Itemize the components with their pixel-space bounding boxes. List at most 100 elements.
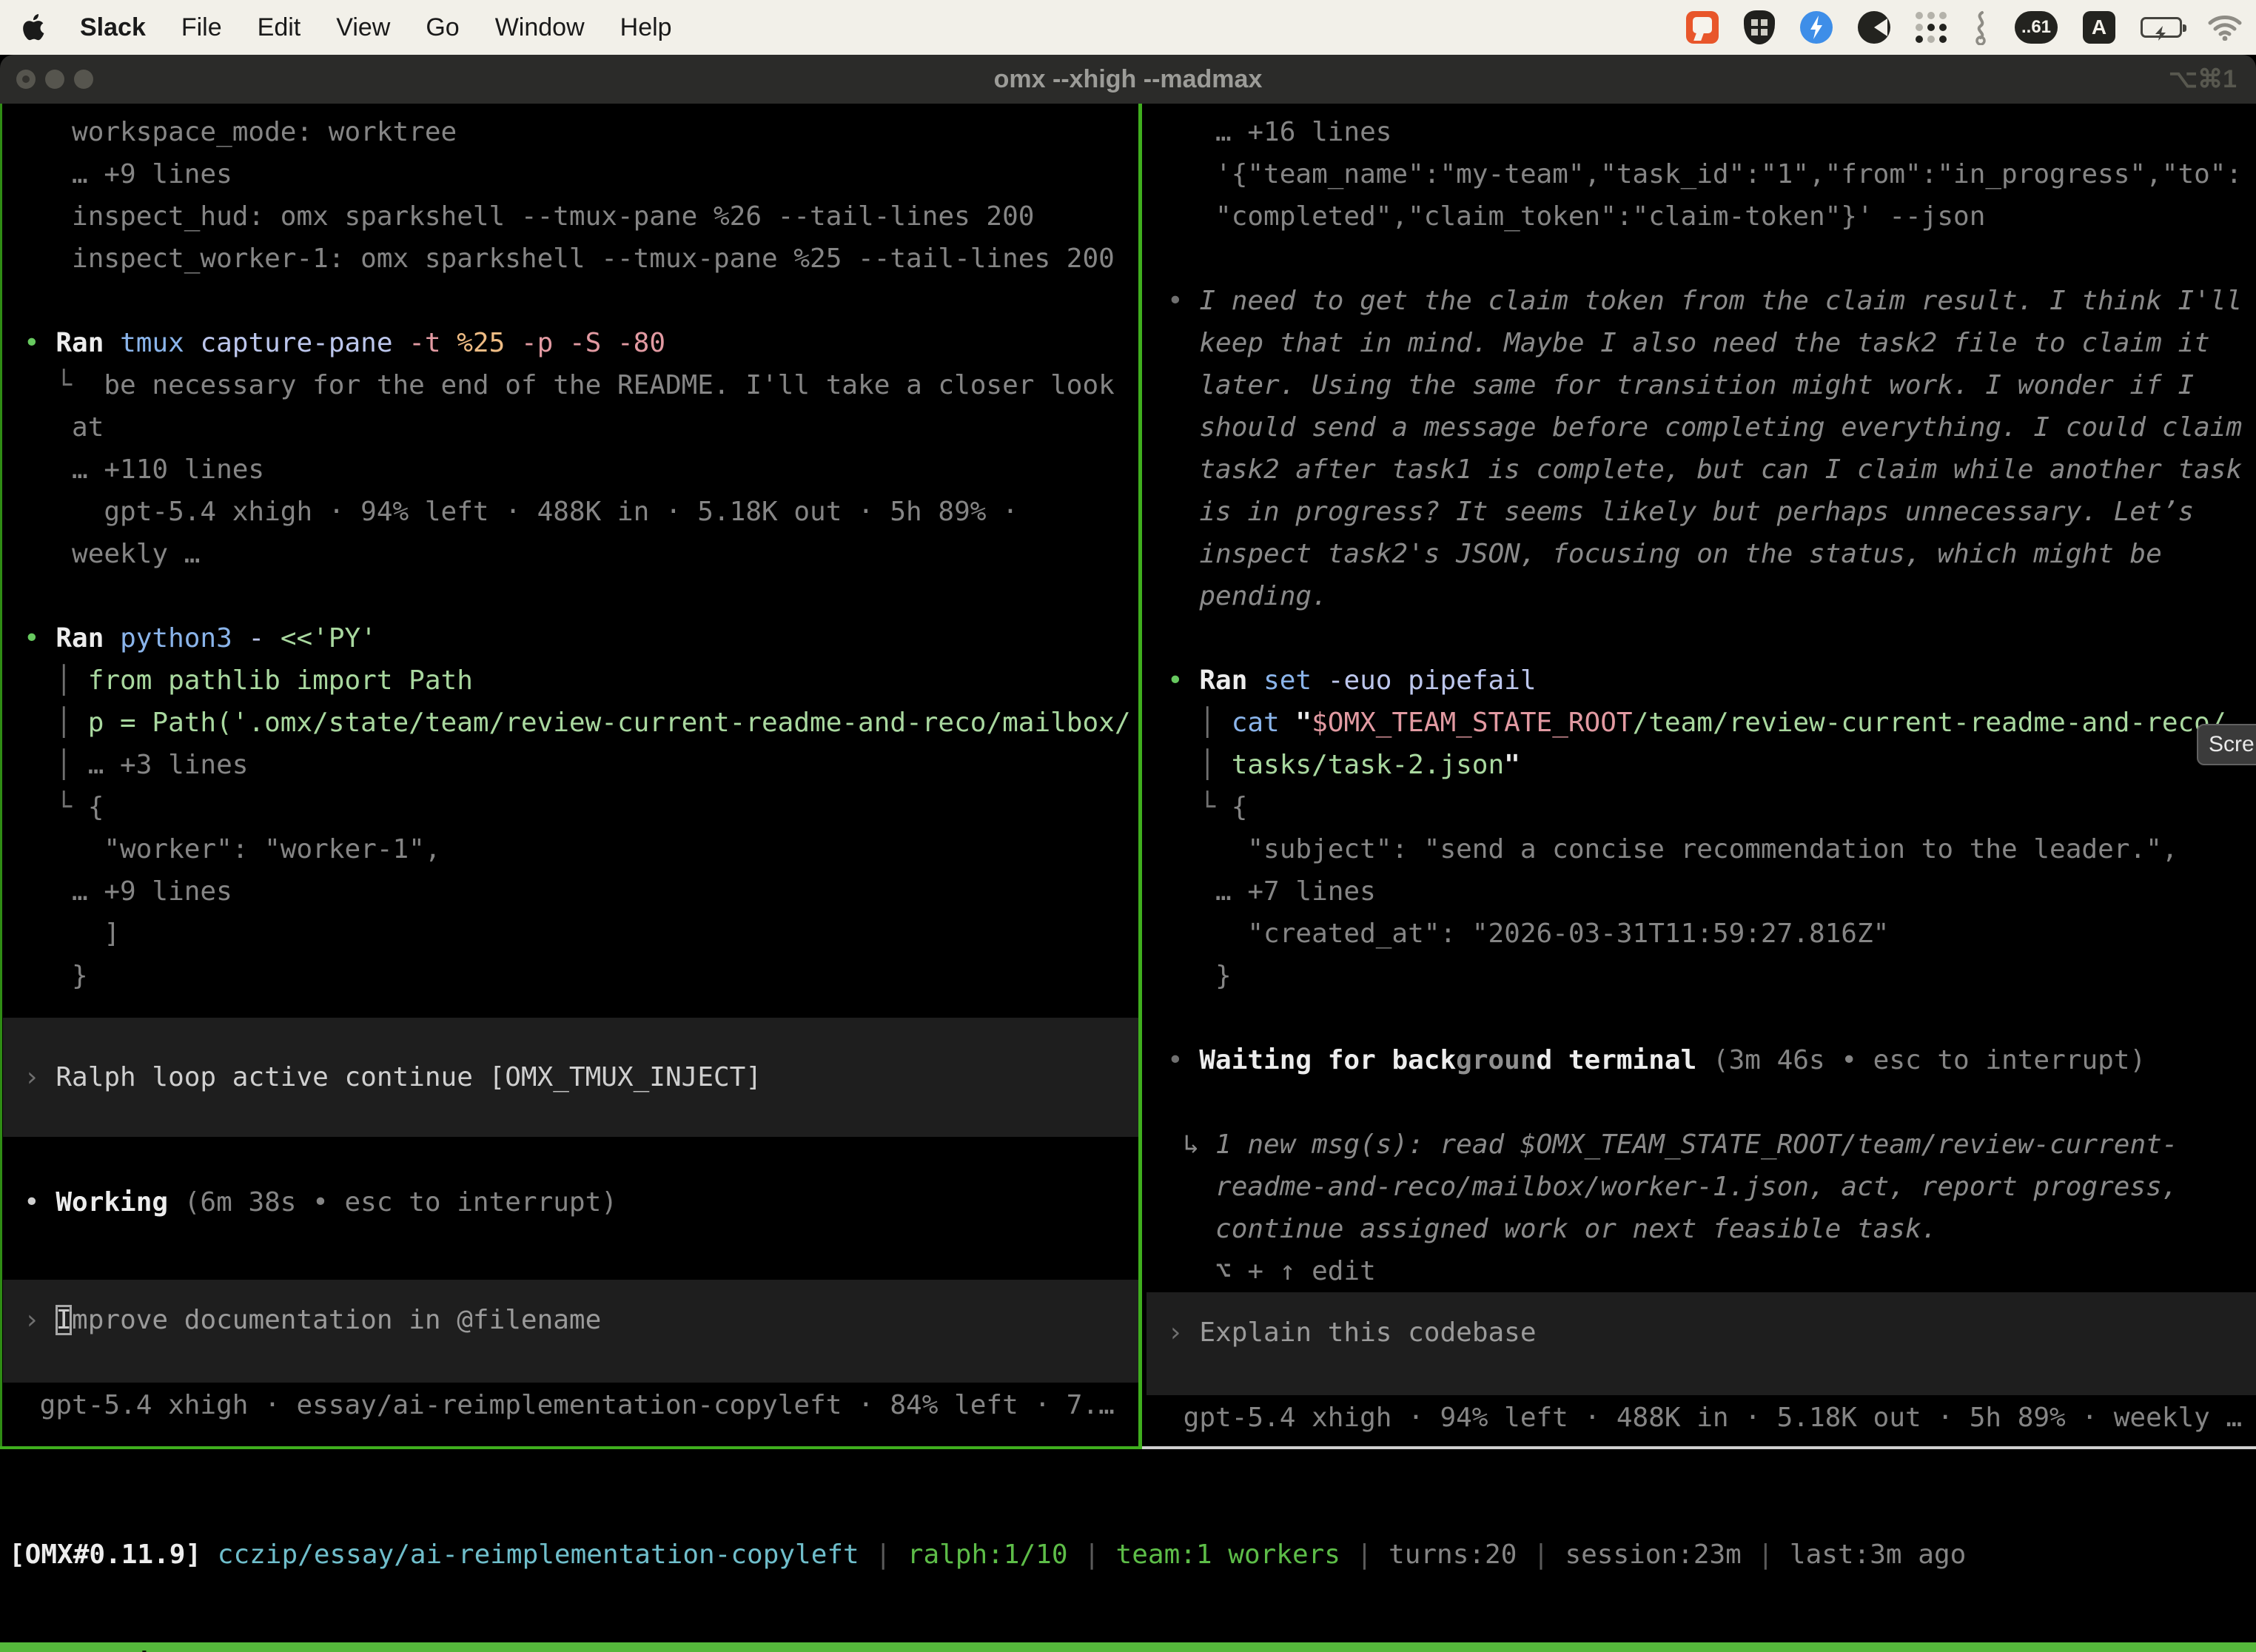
terminal-line: › Ralph loop active continue [OMX_TMUX_I… bbox=[3, 1056, 1138, 1098]
menu-item-app[interactable]: Slack bbox=[80, 13, 146, 42]
pane-border-left bbox=[0, 104, 2, 1449]
terminal-line: keep that in mind. Maybe I also need the… bbox=[1147, 322, 2256, 364]
text-segment: I need to get the claim token from the c… bbox=[1199, 286, 2242, 316]
text-segment: p = Path('.omx/state/team/review-current… bbox=[88, 708, 1131, 738]
terminal-line: ⌥ + ↑ edit bbox=[1147, 1250, 2256, 1292]
text-segment: • bbox=[1167, 286, 1199, 316]
text-segment: python3 bbox=[120, 623, 232, 654]
terminal-line: … +9 lines bbox=[3, 153, 1138, 195]
text-segment: } bbox=[1167, 961, 1232, 991]
terminal-line: │ tasks/task-2.json" bbox=[1147, 744, 2256, 786]
wifi-icon[interactable] bbox=[2207, 10, 2243, 44]
terminal-line: inspect task2's JSON, focusing on the st… bbox=[1147, 533, 2256, 575]
terminal-line: │ cat "$OMX_TEAM_STATE_ROOT/team/review-… bbox=[1147, 702, 2256, 744]
terminal-line: later. Using the same for transition mig… bbox=[1147, 364, 2256, 406]
text-segment: - bbox=[232, 623, 281, 654]
text-segment: inspect task2's JSON, focusing on the st… bbox=[1167, 539, 2162, 569]
terminal-line: inspect_hud: omx sparkshell --tmux-pane … bbox=[3, 195, 1138, 238]
prompt-input-box[interactable]: › Improve documentation in @filename bbox=[3, 1280, 1138, 1383]
terminal-line: │ p = Path('.omx/state/team/review-curre… bbox=[3, 702, 1138, 744]
text-segment: | bbox=[1340, 1539, 1389, 1570]
menu-item-edit[interactable]: Edit bbox=[258, 13, 301, 42]
terminal-line bbox=[1147, 238, 2256, 280]
pane-divider[interactable] bbox=[1138, 104, 1142, 1449]
terminal-block: • Working (6m 38s • esc to interrupt) bbox=[3, 1181, 1138, 1223]
dots-grid-icon[interactable] bbox=[1916, 10, 1947, 44]
tmux-pane-left[interactable]: workspace_mode: worktree … +9 lines insp… bbox=[3, 111, 1138, 1446]
text-segment: -p -S -80 bbox=[505, 328, 665, 358]
window-controls bbox=[16, 55, 93, 104]
text-segment: [OMX#0.11.9] bbox=[9, 1539, 201, 1570]
terminal-line: … +110 lines bbox=[3, 449, 1138, 491]
menu-item-go[interactable]: Go bbox=[426, 13, 459, 42]
terminal-block: workspace_mode: worktree … +9 lines insp… bbox=[3, 111, 1138, 997]
terminal-line: gpt-5.4 xhigh · essay/ai-reimplementatio… bbox=[3, 1384, 1138, 1426]
terminal-line: is in progress? It seems likely but perh… bbox=[1147, 491, 2256, 533]
shield-grid-icon[interactable] bbox=[1744, 10, 1775, 44]
text-segment: capture-pane bbox=[184, 328, 393, 358]
letter-a-icon[interactable]: A bbox=[2083, 10, 2115, 44]
text-segment: … +7 lines bbox=[1167, 876, 1376, 907]
text-segment: › bbox=[1167, 1317, 1199, 1348]
terminal-line: • Ran tmux capture-pane -t %25 -p -S -80 bbox=[3, 322, 1138, 364]
text-segment: ⌥ + ↑ edit bbox=[1167, 1256, 1376, 1286]
terminal-line: • Working (6m 38s • esc to interrupt) bbox=[3, 1181, 1138, 1223]
text-segment: … +3 lines bbox=[88, 750, 249, 780]
dark-disc-icon[interactable] bbox=[1858, 10, 1890, 44]
text-segment: ] bbox=[24, 919, 120, 949]
battery-charging-icon[interactable] bbox=[2141, 10, 2182, 44]
terminal-line bbox=[1147, 1081, 2256, 1124]
menu-item-help[interactable]: Help bbox=[620, 13, 672, 42]
terminal-line: } bbox=[1147, 955, 2256, 997]
menu-item-view[interactable]: View bbox=[336, 13, 390, 42]
screen-share-tooltip: Scre bbox=[2197, 724, 2256, 765]
text-segment: <<'PY' bbox=[281, 623, 377, 654]
text-segment: … +110 lines bbox=[24, 454, 264, 485]
text-segment: { bbox=[88, 792, 104, 822]
terminal-line: } bbox=[3, 955, 1138, 997]
terminal-line: • Waiting for background terminal (3m 46… bbox=[1147, 1039, 2256, 1081]
text-segment: │ bbox=[24, 750, 88, 780]
close-button[interactable] bbox=[16, 70, 36, 89]
chat-app-icon[interactable] bbox=[1686, 10, 1719, 44]
terminal-line bbox=[1147, 617, 2256, 659]
squiggle-icon[interactable] bbox=[1972, 10, 1990, 44]
terminal-line: continue assigned work or next feasible … bbox=[1147, 1208, 2256, 1250]
terminal-line: gpt-5.4 xhigh · 94% left · 488K in · 5.1… bbox=[1147, 1397, 2256, 1439]
terminal-line: … +7 lines bbox=[1147, 870, 2256, 913]
terminal-line: › Improve documentation in @filename bbox=[3, 1299, 1138, 1341]
text-segment bbox=[201, 1539, 218, 1570]
count-badge-icon[interactable]: ..61 bbox=[2015, 10, 2058, 44]
window-shortcut-badge: ⌥⌘1 bbox=[2169, 55, 2237, 104]
text-segment: | bbox=[859, 1539, 907, 1570]
menu-item-file[interactable]: File bbox=[181, 13, 222, 42]
text-segment: -euo pipefail bbox=[1312, 665, 1536, 696]
text-segment: Ran bbox=[1199, 665, 1263, 696]
text-segment: ↳ bbox=[1167, 1129, 1215, 1160]
zoom-button[interactable] bbox=[74, 70, 93, 89]
minimize-button[interactable] bbox=[45, 70, 64, 89]
prompt-input-box[interactable]: › Explain this codebase bbox=[1147, 1292, 2256, 1395]
tmux-pane-right[interactable]: … +16 lines '{"team_name":"my-team","tas… bbox=[1147, 111, 2256, 1446]
terminal-line: └ { bbox=[1147, 786, 2256, 828]
text-segment: inspect_hud: omx sparkshell --tmux-pane … bbox=[24, 201, 1034, 232]
bolt-badge-icon[interactable] bbox=[1800, 10, 1833, 44]
terminal-line bbox=[1147, 997, 2256, 1039]
menu-item-window[interactable]: Window bbox=[495, 13, 585, 42]
text-segment: gpt-5.4 xhigh · essay/ai-reimplementatio… bbox=[24, 1390, 1115, 1420]
text-segment: • bbox=[24, 623, 56, 654]
text-segment: Ralph loop active continue [OMX_TMUX_INJ… bbox=[56, 1062, 762, 1092]
terminal-window: omx --xhigh --madmax ⌥⌘1 workspace_mode:… bbox=[0, 55, 2256, 1652]
text-segment: weekly … bbox=[24, 539, 200, 569]
terminal-line: └ { bbox=[3, 786, 1138, 828]
text-segment: │ bbox=[1167, 750, 1232, 780]
text-segment: "worker": "worker-1", bbox=[24, 834, 441, 864]
text-segment: " bbox=[1504, 750, 1520, 780]
terminal-line: • I need to get the claim token from the… bbox=[1147, 280, 2256, 322]
apple-menu-icon[interactable] bbox=[22, 14, 44, 41]
text-segment: "completed","claim_token":"claim-token"}… bbox=[1167, 201, 1985, 232]
text-segment: … +16 lines bbox=[1167, 117, 1391, 147]
text-segment: from pathlib import Path bbox=[88, 665, 473, 696]
text-segment: | bbox=[1068, 1539, 1116, 1570]
text-segment: keep that in mind. Maybe I also need the… bbox=[1167, 328, 2210, 358]
